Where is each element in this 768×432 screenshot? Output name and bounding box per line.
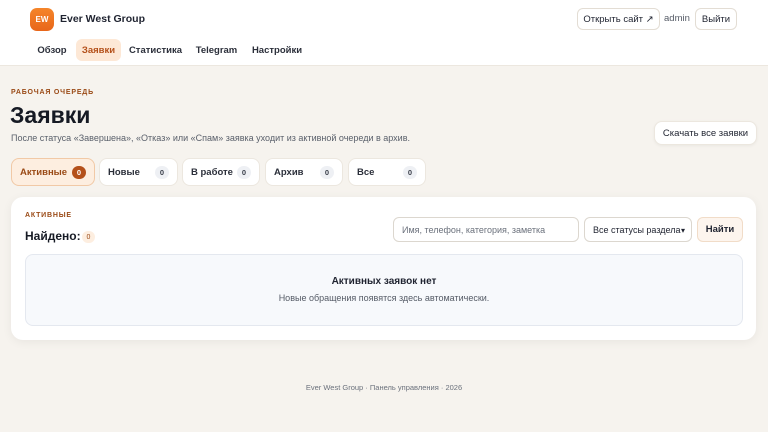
found-count-badge: 0 — [82, 231, 95, 243]
tab-label: Все — [357, 167, 375, 178]
page-title: Заявки — [10, 102, 91, 128]
nav-statistics[interactable]: Статистика — [125, 39, 186, 61]
tab-count-badge: 0 — [320, 166, 334, 179]
status-select[interactable]: Все статусы раздела ▾ — [584, 217, 692, 242]
chevron-down-icon: ▾ — [680, 226, 685, 235]
tab-count-badge: 0 — [237, 166, 251, 179]
tab-all[interactable]: Все 0 — [348, 158, 426, 186]
find-button[interactable]: Найти — [697, 217, 743, 242]
tab-active[interactable]: Активные 0 — [11, 158, 95, 186]
empty-state-title: Активных заявок нет — [331, 276, 437, 287]
tab-label: В работе — [191, 167, 233, 178]
tab-in-progress[interactable]: В работе 0 — [182, 158, 260, 186]
tab-count-badge: 0 — [155, 166, 169, 179]
card-eyebrow: АКТИВНЫЕ — [25, 212, 72, 219]
empty-state: Активных заявок нет Новые обращения появ… — [25, 254, 743, 326]
tab-label: Новые — [108, 167, 140, 178]
tab-count-badge: 0 — [72, 166, 86, 179]
nav-settings[interactable]: Настройки — [247, 39, 307, 61]
nav-overview[interactable]: Обзор — [31, 39, 73, 61]
tab-label: Архив — [274, 167, 304, 178]
status-select-value: Все статусы раздела — [593, 224, 681, 235]
footer: Ever West Group · Панель управления · 20… — [305, 383, 463, 392]
page-subtitle: После статуса «Завершена», «Отказ» или «… — [11, 133, 410, 143]
logout-button[interactable]: Выйти — [695, 8, 737, 30]
download-all-button[interactable]: Скачать все заявки — [654, 121, 757, 145]
username: admin — [664, 13, 690, 24]
nav-telegram[interactable]: Telegram — [191, 39, 242, 61]
found-label: Найдено: — [25, 229, 81, 243]
nav-requests[interactable]: Заявки — [76, 39, 121, 61]
brand-name: Ever West Group — [60, 13, 145, 25]
tab-new[interactable]: Новые 0 — [99, 158, 178, 186]
logo: EW — [30, 8, 54, 31]
empty-state-text: Новые обращения появятся здесь автоматич… — [278, 293, 490, 303]
top-header: EW Ever West Group Открыть сайт ↗ admin … — [0, 0, 768, 66]
section-eyebrow: РАБОЧАЯ ОЧЕРЕДЬ — [11, 89, 94, 96]
tab-archive[interactable]: Архив 0 — [265, 158, 343, 186]
tab-count-badge: 0 — [403, 166, 417, 179]
tab-label: Активные — [20, 167, 68, 178]
requests-card: АКТИВНЫЕ Найдено: 0 Все статусы раздела … — [11, 197, 756, 340]
open-site-button[interactable]: Открыть сайт ↗ — [577, 8, 660, 30]
search-input[interactable] — [393, 217, 579, 242]
